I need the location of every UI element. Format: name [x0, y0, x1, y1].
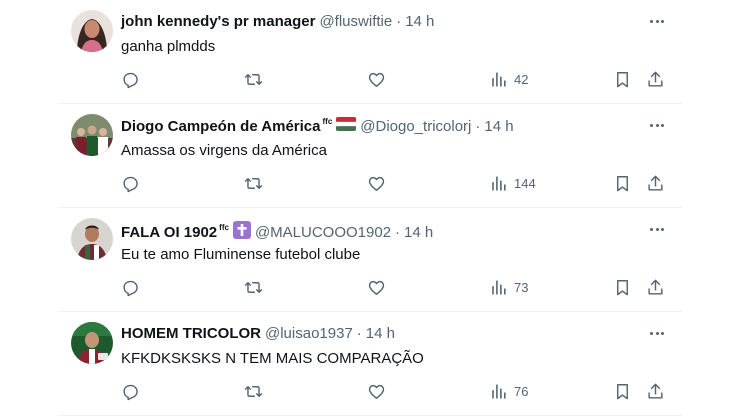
views-button[interactable]: 76 — [489, 380, 528, 402]
separator-dot: · — [356, 325, 362, 342]
tweet-text: KFKDKSKSKS N TEM MAIS COMPARAÇÃO — [121, 350, 424, 367]
views-count: 42 — [514, 71, 529, 87]
share-button[interactable] — [646, 380, 665, 402]
avatar[interactable] — [71, 114, 113, 156]
views-chart-icon — [492, 71, 506, 87]
views-count: 144 — [514, 175, 536, 191]
avatar[interactable] — [71, 10, 113, 52]
more-options-icon[interactable] — [646, 10, 668, 32]
tweet[interactable]: john kennedy's pr manager @fluswiftie · … — [59, 0, 682, 104]
reply-button[interactable] — [121, 380, 140, 402]
views-button[interactable]: 144 — [489, 172, 536, 194]
bookmark-button[interactable] — [613, 68, 632, 90]
tweet-actions: 144 — [121, 172, 668, 194]
views-chart-icon — [492, 383, 506, 399]
reply-button[interactable] — [121, 172, 140, 194]
heart-icon — [368, 176, 385, 191]
timestamp[interactable]: 14 h — [366, 325, 395, 343]
heart-icon — [368, 72, 385, 87]
reply-button[interactable] — [121, 276, 140, 298]
display-name[interactable]: Diogo Campeón de América — [121, 118, 320, 136]
retweet-button[interactable] — [244, 68, 263, 90]
reply-button[interactable] — [121, 68, 140, 90]
bookmark-button[interactable] — [613, 276, 632, 298]
bookmark-button[interactable] — [613, 380, 632, 402]
display-name[interactable]: john kennedy's pr manager — [121, 13, 315, 31]
bookmark-button[interactable] — [613, 172, 632, 194]
user-handle[interactable]: @luisao1937 — [265, 325, 353, 343]
retweet-button[interactable] — [244, 276, 263, 298]
views-chart-icon — [492, 175, 506, 191]
retweet-icon — [244, 385, 263, 397]
share-icon — [648, 71, 663, 87]
share-button[interactable] — [646, 68, 665, 90]
views-count: 73 — [514, 279, 529, 295]
timestamp[interactable]: 14 h — [484, 118, 513, 136]
tweet-text: Amassa os virgens da América — [121, 142, 327, 159]
heart-icon — [368, 280, 385, 295]
retweet-icon — [244, 177, 263, 189]
more-options-icon[interactable] — [646, 322, 668, 344]
tweet[interactable]: Diogo Campeón de América ffc @Diogo_tric… — [59, 104, 682, 208]
retweet-button[interactable] — [244, 172, 263, 194]
share-icon — [648, 383, 663, 399]
tweet-header: HOMEM TRICOLOR @luisao1937 · 14 h — [121, 325, 642, 343]
tweet-header: john kennedy's pr manager @fluswiftie · … — [121, 13, 642, 31]
tweet-feed: john kennedy's pr manager @fluswiftie · … — [59, 0, 682, 416]
reply-icon — [123, 72, 138, 88]
tweet-actions: 73 — [121, 276, 668, 298]
more-options-icon[interactable] — [646, 114, 668, 136]
flag-hungary-icon — [335, 116, 357, 136]
tweet-header: FALA OI 1902 ffc @MALUCOOO1902 · 14 h — [121, 221, 642, 244]
like-button[interactable] — [367, 380, 386, 402]
separator-dot: · — [396, 13, 402, 30]
share-button[interactable] — [646, 276, 665, 298]
like-button[interactable] — [367, 276, 386, 298]
display-name[interactable]: HOMEM TRICOLOR — [121, 325, 261, 343]
user-handle[interactable]: @MALUCOOO1902 — [255, 224, 391, 242]
share-icon — [648, 175, 663, 191]
bookmark-icon — [617, 175, 628, 191]
display-name[interactable]: FALA OI 1902 — [121, 224, 217, 242]
bookmark-icon — [617, 71, 628, 87]
retweet-button[interactable] — [244, 380, 263, 402]
separator-dot: · — [475, 117, 481, 135]
avatar[interactable] — [71, 322, 113, 364]
like-button[interactable] — [367, 68, 386, 90]
tweet[interactable]: HOMEM TRICOLOR @luisao1937 · 14 h KFKDKS… — [59, 312, 682, 416]
user-handle[interactable]: @fluswiftie — [319, 13, 392, 31]
share-button[interactable] — [646, 172, 665, 194]
avatar[interactable] — [71, 218, 113, 260]
tweet-actions: 42 — [121, 68, 668, 90]
views-chart-icon — [492, 279, 506, 295]
timestamp[interactable]: 14 h — [405, 13, 434, 31]
views-count: 76 — [514, 383, 529, 399]
retweet-icon — [244, 281, 263, 293]
latin-cross-emoji-icon — [232, 221, 251, 244]
reply-icon — [123, 384, 138, 400]
reply-icon — [123, 176, 138, 192]
tweet[interactable]: FALA OI 1902 ffc @MALUCOOO1902 · 14 h Eu… — [59, 208, 682, 312]
retweet-icon — [244, 73, 263, 85]
views-button[interactable]: 42 — [489, 68, 528, 90]
reply-icon — [123, 280, 138, 296]
views-button[interactable]: 73 — [489, 276, 528, 298]
user-handle[interactable]: @Diogo_tricolorj — [360, 118, 471, 136]
name-badge: ffc — [322, 116, 333, 126]
more-options-icon[interactable] — [646, 218, 668, 240]
tweet-actions: 76 — [121, 380, 668, 402]
like-button[interactable] — [367, 172, 386, 194]
bookmark-icon — [617, 383, 628, 399]
heart-icon — [368, 384, 385, 399]
tweet-text: Eu te amo Fluminense futebol clube — [121, 246, 361, 263]
tweet-text: ganha plmdds — [121, 38, 216, 55]
share-icon — [648, 279, 663, 295]
separator-dot: · — [395, 223, 401, 241]
name-badge: ffc — [219, 222, 229, 232]
timestamp[interactable]: 14 h — [404, 224, 433, 242]
tweet-header: Diogo Campeón de América ffc @Diogo_tric… — [121, 117, 642, 136]
bookmark-icon — [617, 279, 628, 295]
